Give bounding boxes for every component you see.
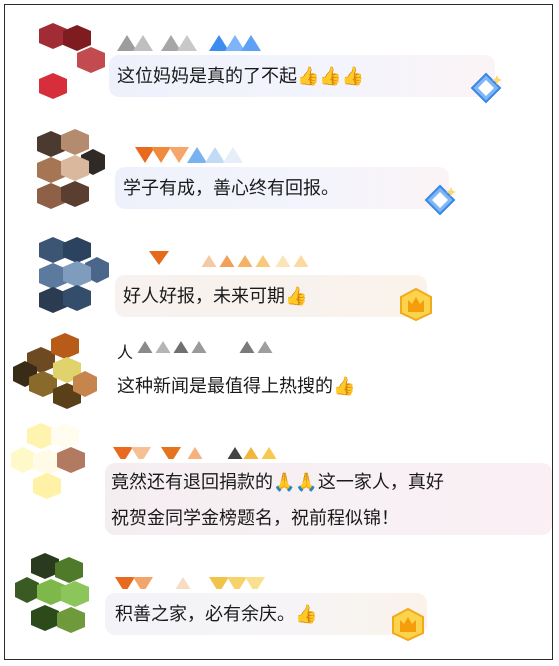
username-redacted[interactable] — [113, 443, 285, 459]
username-redacted[interactable] — [117, 35, 273, 51]
username-redacted[interactable] — [135, 147, 245, 163]
avatar[interactable] — [33, 23, 107, 99]
crown-badge-icon[interactable] — [397, 287, 435, 321]
username[interactable]: 人 — [117, 341, 133, 365]
avatar[interactable] — [15, 553, 97, 637]
comment-thread: 这位妈妈是真的了不起👍👍👍 学子有成，善心终有回报。 好人好报，未来可期👍 人 … — [4, 4, 553, 660]
comment-text-line1: 竟然还有退回捐款的🙏🙏这一家人，真好 — [111, 472, 444, 493]
comment-text: 好人好报，未来可期👍 — [123, 286, 308, 307]
comment-text-line2: 祝贺金同学金榜题名，祝前程似锦！ — [111, 508, 399, 529]
comment-text: 这位妈妈是真的了不起👍👍👍 — [117, 66, 365, 87]
avatar[interactable] — [31, 129, 105, 209]
comment-text: 积善之家，必有余庆。👍 — [115, 604, 318, 625]
diamond-badge-icon[interactable] — [423, 183, 457, 217]
avatar[interactable] — [31, 237, 109, 313]
crown-badge-icon[interactable] — [389, 607, 427, 641]
avatar[interactable] — [13, 333, 97, 413]
username-redacted[interactable] — [135, 337, 287, 353]
username-redacted[interactable] — [115, 573, 287, 589]
username-redacted[interactable] — [123, 251, 333, 267]
comment-text: 学子有成，善心终有回报。 — [123, 178, 339, 199]
comment-text: 这种新闻是最值得上热搜的👍 — [117, 376, 356, 397]
diamond-badge-icon[interactable] — [469, 71, 503, 105]
avatar[interactable] — [11, 423, 97, 503]
